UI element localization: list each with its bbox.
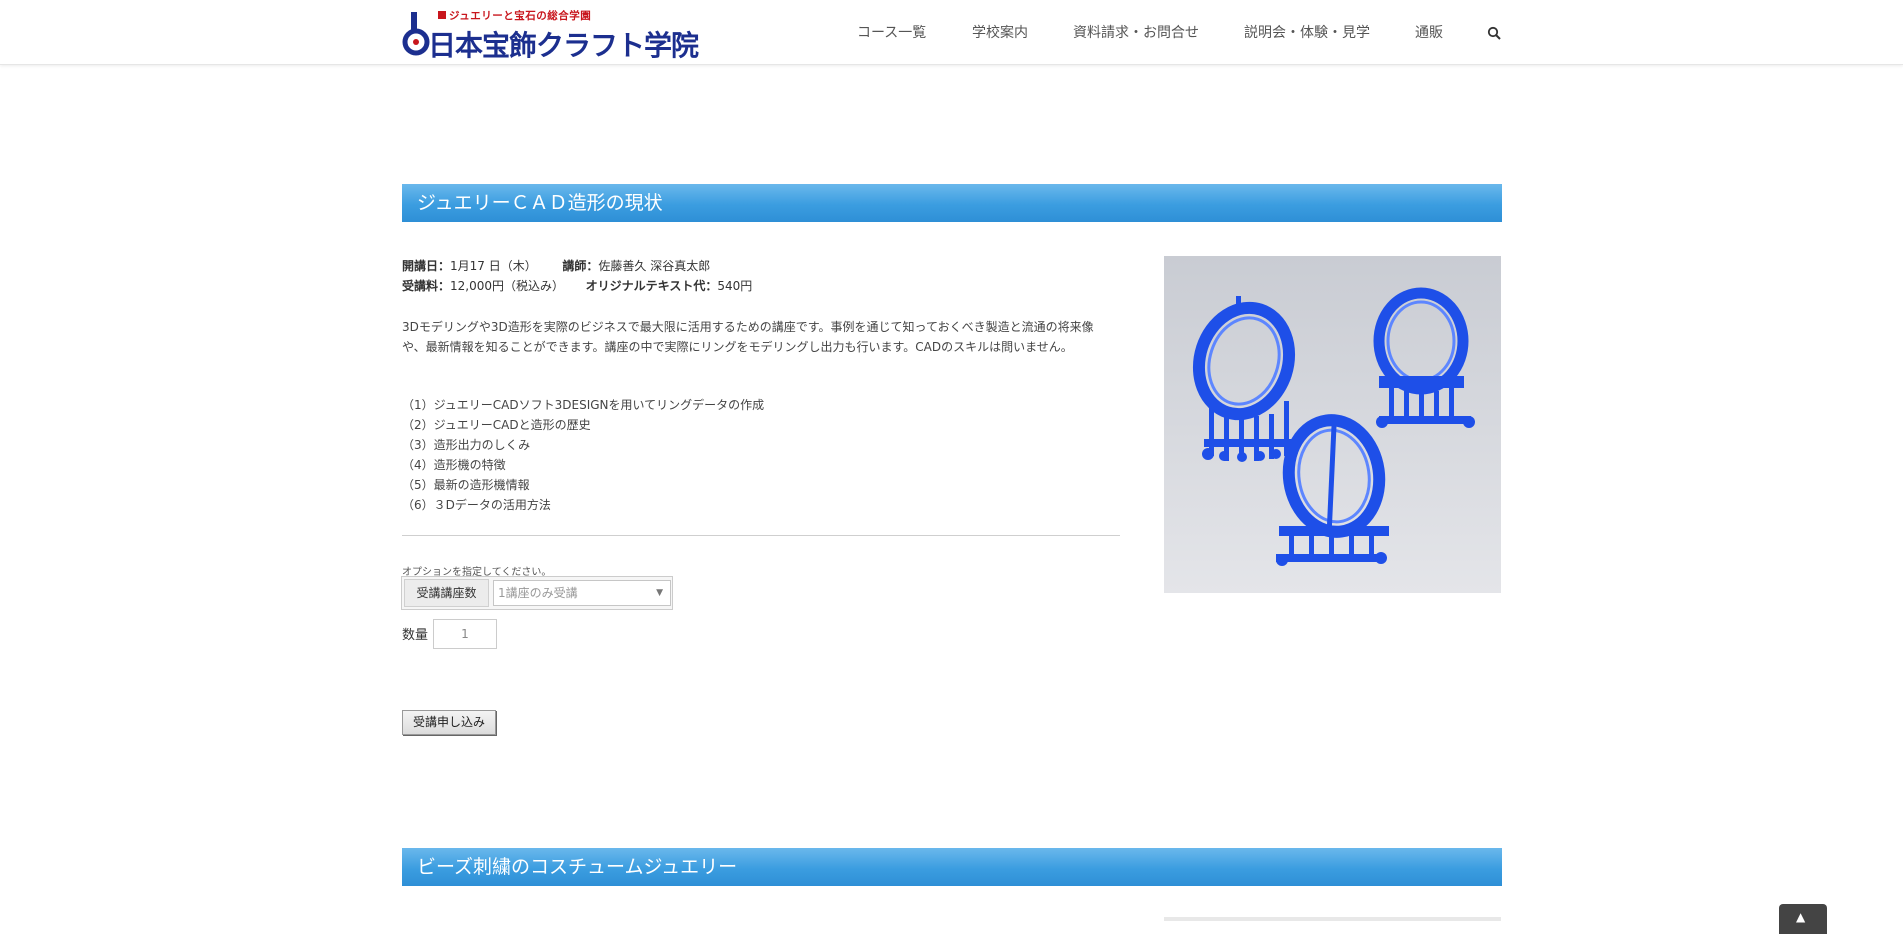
apply-button[interactable]: 受講申し込み xyxy=(402,710,496,735)
text-fee-label: オリジナルテキスト代： xyxy=(585,279,718,293)
divider xyxy=(402,535,1120,536)
next-course-heading: ビーズ刺繍のコスチュームジュエリー xyxy=(402,848,1502,886)
outline-item: （1）ジュエリーCADソフト3DESIGNを用いてリングデータの作成 xyxy=(402,398,765,412)
option-select[interactable]: 1講座のみ受講 ▼ xyxy=(493,580,671,606)
nav-events[interactable]: 説明会・体験・見学 xyxy=(1244,22,1370,42)
outline-item: （2）ジュエリーCADと造形の歴史 xyxy=(402,418,591,432)
outline-item: （6）３Dデータの活用方法 xyxy=(402,498,551,512)
chevron-up-icon: ▲ xyxy=(1796,910,1806,924)
course-heading: ジュエリーＣＡＤ造形の現状 xyxy=(402,184,1502,222)
course-outline: （1）ジュエリーCADソフト3DESIGNを用いてリングデータの作成 （2）ジュ… xyxy=(402,395,764,515)
course-info: 開講日：1月17 日（木） 講師：佐藤善久 深谷真太郎 受講料：12,000円（… xyxy=(402,256,752,296)
nav-course-list[interactable]: コース一覧 xyxy=(857,22,926,42)
logo-name: 日本宝飾クラフト学院 xyxy=(428,29,699,62)
quantity-input[interactable]: 1 xyxy=(433,619,497,649)
outline-item: （3）造形出力のしくみ xyxy=(402,438,531,452)
option-selected-value: 1講座のみ受講 xyxy=(498,586,578,600)
course-description: 3Dモデリングや3D造形を実際のビジネスで最大限に活用するための講座です。事例を… xyxy=(402,320,1094,354)
quantity-label: 数量 xyxy=(402,628,429,643)
option-row: 受講講座数 1講座のみ受講 ▼ xyxy=(401,576,673,610)
next-course-photo xyxy=(1164,917,1501,921)
outline-item: （5）最新の造形機情報 xyxy=(402,478,530,492)
back-to-top-button[interactable]: ▲ xyxy=(1779,904,1827,934)
fee-label: 受講料： xyxy=(402,279,451,293)
search-icon[interactable] xyxy=(1487,26,1501,40)
logo-tagline: ジュエリーと宝石の総合学園 xyxy=(438,8,591,23)
fee-value: 12,000円（税込み） xyxy=(450,279,565,293)
lecturer-label: 講師： xyxy=(562,259,599,273)
nav-shop[interactable]: 通販 xyxy=(1415,22,1443,42)
nav-inquiry[interactable]: 資料請求・お問合せ xyxy=(1073,22,1199,42)
option-label: 受講講座数 xyxy=(404,579,489,607)
site-logo[interactable]: ジュエリーと宝石の総合学園 日本宝飾クラフト学院 xyxy=(402,6,699,62)
dropdown-arrow-icon: ▼ xyxy=(656,588,663,598)
date-value: 1月17 日（木） xyxy=(450,259,537,273)
text-fee-value: 540円 xyxy=(717,279,753,293)
site-header: ジュエリーと宝石の総合学園 日本宝飾クラフト学院 コース一覧 学校案内 資料請求… xyxy=(0,0,1903,65)
course-photo xyxy=(1164,256,1501,593)
lecturer-value: 佐藤善久 深谷真太郎 xyxy=(598,259,711,273)
date-label: 開講日： xyxy=(402,259,451,273)
outline-item: （4）造形機の特徴 xyxy=(402,458,506,472)
nav-about[interactable]: 学校案内 xyxy=(972,22,1028,42)
